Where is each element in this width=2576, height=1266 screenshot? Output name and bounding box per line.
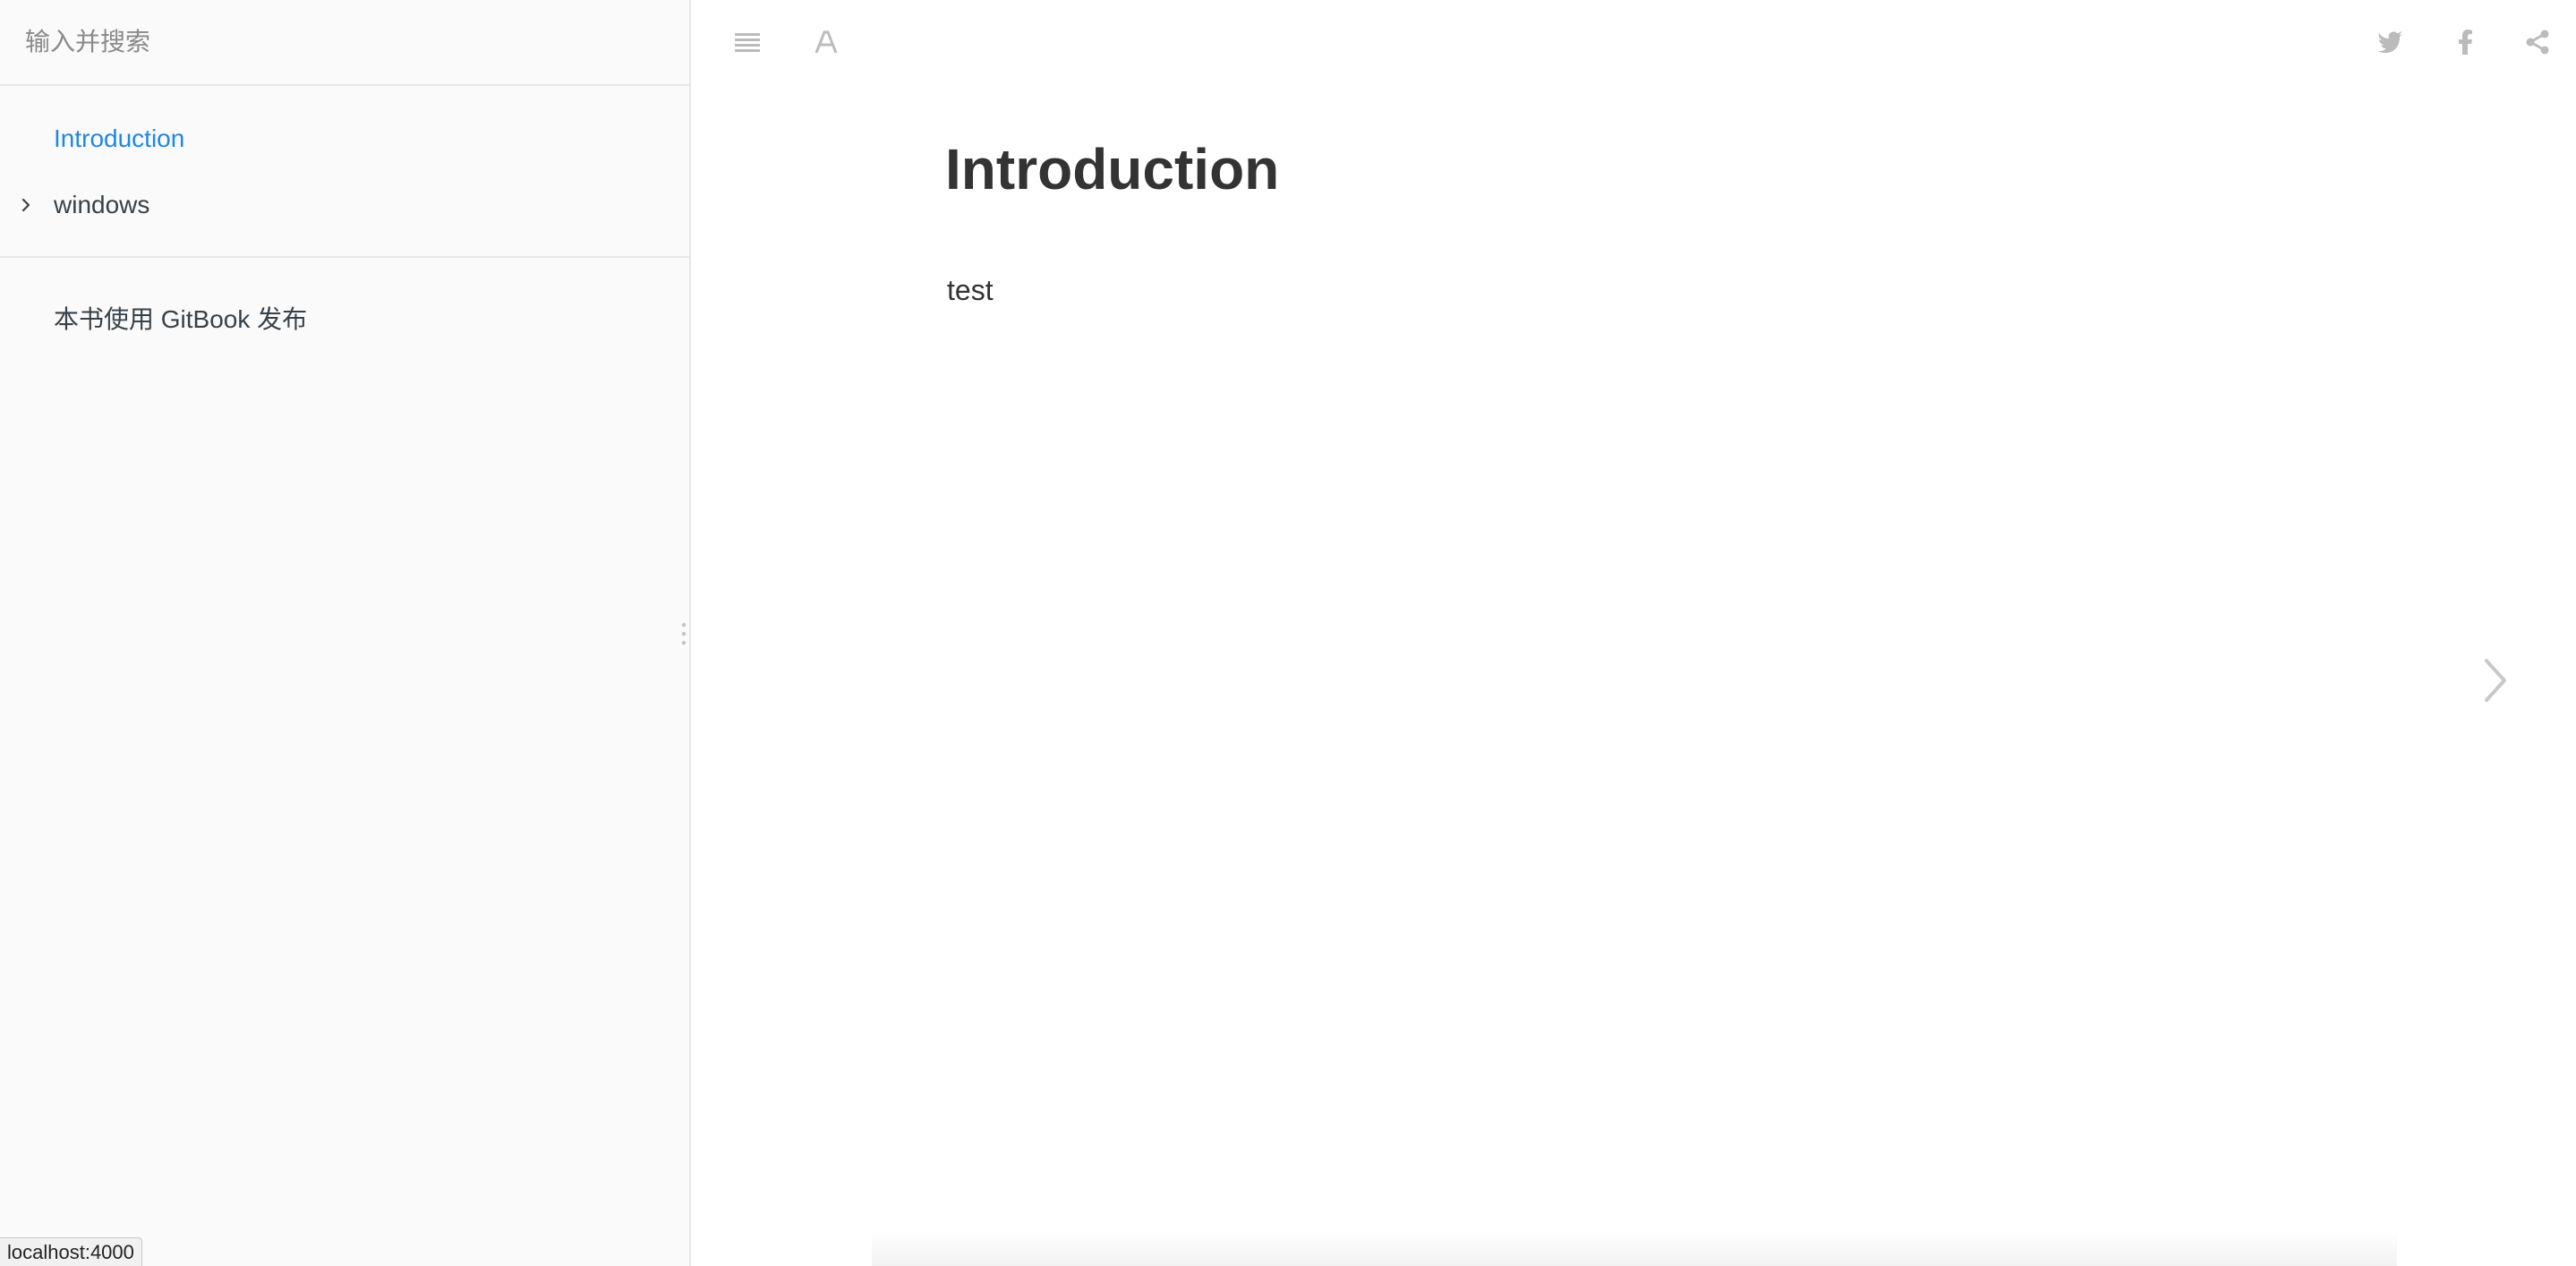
sidebar: Introduction windows 本书使用 GitBook 发布 xyxy=(0,0,691,1266)
bottom-shadow xyxy=(872,1230,2397,1266)
main-content: Introduction test xyxy=(693,0,2576,1266)
next-page-chevron-icon[interactable] xyxy=(2474,654,2515,707)
font-settings-button[interactable] xyxy=(806,21,847,63)
toggle-sidebar-button[interactable] xyxy=(727,21,768,63)
sidebar-resize-handle-icon[interactable] xyxy=(680,621,687,646)
page-title: Introduction xyxy=(945,137,1280,201)
facebook-icon xyxy=(2459,30,2472,55)
share-icon xyxy=(2526,30,2549,55)
chevron-right-icon[interactable] xyxy=(18,197,34,213)
chapter-label: Introduction xyxy=(54,124,185,152)
twitter-share-button[interactable] xyxy=(2370,21,2411,63)
gitbook-publish-link[interactable]: 本书使用 GitBook 发布 xyxy=(0,285,689,351)
font-settings-icon xyxy=(815,30,838,54)
status-bar-url: localhost:4000 xyxy=(0,1237,142,1266)
summary-chapters: Introduction windows xyxy=(0,86,689,258)
gitbook-app: Introduction windows 本书使用 GitBook 发布 xyxy=(0,0,2576,1266)
facebook-share-button[interactable] xyxy=(2445,21,2486,63)
search-box xyxy=(0,0,689,86)
page-body-text: test xyxy=(947,274,994,306)
chapter-windows[interactable]: windows xyxy=(0,172,689,238)
share-button[interactable] xyxy=(2517,21,2558,63)
twitter-icon xyxy=(2378,31,2402,53)
summary-footer: 本书使用 GitBook 发布 xyxy=(0,258,689,369)
search-input[interactable] xyxy=(25,28,689,56)
gitbook-publish-label: 本书使用 GitBook 发布 xyxy=(54,305,308,333)
chapter-label: windows xyxy=(54,191,150,218)
chapter-introduction[interactable]: Introduction xyxy=(0,106,689,172)
menu-icon xyxy=(735,33,760,52)
summary-nav: Introduction windows 本书使用 GitBook 发布 xyxy=(0,86,689,369)
